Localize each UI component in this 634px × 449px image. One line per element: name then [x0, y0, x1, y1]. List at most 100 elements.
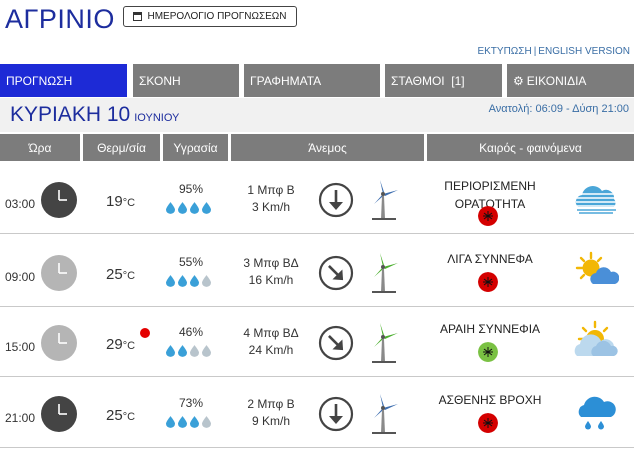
day-name: ΚΥΡΙΑΚΗ 10	[10, 103, 131, 126]
temperature: 19°C	[106, 193, 135, 210]
col-wind: Άνεμος	[231, 134, 424, 161]
top-links: ΕΚΤΥΠΩΣΗ | ENGLISH VERSION	[477, 46, 630, 57]
wind-info: 1 Μπφ Β 3 Km/h	[236, 182, 306, 216]
mosquito-red-icon[interactable]	[478, 206, 498, 226]
temperature-unit: °C	[122, 411, 136, 423]
temperature: 29°C	[106, 336, 135, 353]
month-name: ΙΟΥΝΙΟΥ	[134, 112, 180, 124]
print-link[interactable]: ΕΚΤΥΠΩΣΗ	[477, 46, 531, 57]
link-separator: |	[533, 46, 537, 57]
drop-icon	[190, 202, 199, 214]
temperature-value: 19	[106, 193, 123, 210]
table-row: 21:00 25°C 73% 2 Μπφ Β 9 Km/h ΑΣΘΕΝΗΣ ΒΡΟ…	[0, 377, 634, 448]
drop-icon	[190, 416, 199, 428]
weather-line-1: ΑΣΘΕΝΗΣ ΒΡΟΧΗ	[438, 393, 542, 407]
light-clock-icon	[41, 325, 77, 361]
humidity-value: 46%	[178, 325, 204, 339]
calendar-button-label: ΗΜΕΡΟΛΟΓΙΟ ΠΡΟΓΝΩΣΕΩΝ	[147, 11, 287, 22]
weather-line-1: ΑΡΑΙΗ ΣΥΝΝΕΦΙΑ	[439, 322, 541, 336]
weather-line-1: ΛΙΓΑ ΣΥΝΝΕΦΑ	[447, 252, 533, 266]
tab-bar: ΠΡΟΓΝΩΣΗ ΣΚΟΝΗ ΓΡΑΦΗΜΑΤΑ ΣΤΑΘΜΟΙ [1] ⚙ ΕΙ…	[0, 64, 634, 98]
forecast-time: 03:00	[5, 197, 36, 211]
wind-speed: 9 Km/h	[251, 414, 290, 428]
wind-turbine-icon	[372, 180, 398, 220]
wind-speed: 24 Km/h	[248, 343, 294, 357]
forecast-calendar-button[interactable]: ΗΜΕΡΟΛΟΓΙΟ ΠΡΟΓΝΩΣΕΩΝ	[123, 6, 297, 27]
drop-icon	[166, 416, 175, 428]
table-row: 03:00 19°C 95% 1 Μπφ Β 3 Km/h ΠΕΡΙΟΡΙΣΜΕΝ…	[0, 163, 634, 234]
heat-warning-dot	[140, 328, 150, 338]
drop-icon	[202, 416, 211, 428]
drop-icon	[202, 275, 211, 287]
weather-line-1: ΠΕΡΙΟΡΙΣΜΕΝΗ	[444, 179, 536, 193]
drop-icon	[202, 345, 211, 357]
humidity-drops	[166, 275, 211, 287]
day-bar: ΚΥΡΙΑΚΗ 10 ΙΟΥΝΙΟΥ Ανατολή: 06:09 - Δύση …	[0, 98, 634, 132]
wind-force: 3 Μπφ ΒΔ	[243, 256, 299, 270]
wind-info: 2 Μπφ Β 9 Km/h	[236, 396, 306, 430]
tab-icons-label: ΕΙΚΟΝΙΔΙΑ	[526, 73, 587, 88]
wind-force: 1 Μπφ Β	[247, 183, 295, 197]
humidity-value: 95%	[178, 182, 204, 196]
fog-icon	[575, 186, 617, 214]
wind-direction-arrow-icon	[318, 325, 354, 361]
forecast-time: 09:00	[5, 270, 36, 284]
tab-forecast-label: ΠΡΟΓΝΩΣΗ	[6, 73, 73, 88]
humidity-drops	[166, 202, 211, 214]
city-title: ΑΓΡΙΝΙΟ	[5, 4, 115, 34]
calendar-icon	[133, 12, 143, 21]
col-temperature: Θερμ/σία	[83, 134, 160, 161]
wind-speed: 16 Km/h	[248, 273, 294, 287]
tab-stations[interactable]: ΣΤΑΘΜΟΙ [1]	[385, 64, 502, 97]
drop-icon	[178, 416, 187, 428]
wind-direction-arrow-icon	[318, 396, 354, 432]
drop-icon	[202, 202, 211, 214]
wind-info: 4 Μπφ ΒΔ 24 Km/h	[236, 325, 306, 359]
temperature-value: 25	[106, 266, 123, 283]
mosquito-red-icon[interactable]	[478, 272, 498, 292]
dark-clock-icon	[41, 182, 77, 218]
tab-forecast[interactable]: ΠΡΟΓΝΩΣΗ	[0, 64, 127, 97]
col-weather: Καιρός - φαινόμενα	[427, 134, 634, 161]
drop-icon	[166, 345, 175, 357]
tab-dust-label: ΣΚΟΝΗ	[139, 73, 181, 88]
temperature: 25°C	[106, 407, 135, 424]
wind-speed: 3 Km/h	[251, 200, 290, 214]
temperature-unit: °C	[122, 197, 136, 209]
tab-stations-label: ΣΤΑΘΜΟΙ [1]	[391, 73, 465, 88]
drop-icon	[178, 275, 187, 287]
wind-turbine-icon	[372, 394, 398, 434]
col-humidity: Υγρασία	[163, 134, 228, 161]
drop-icon	[190, 345, 199, 357]
temperature-unit: °C	[122, 270, 136, 282]
sun-cloud-icon	[575, 251, 619, 284]
wind-direction-arrow-icon	[318, 182, 354, 218]
tab-icons[interactable]: ⚙ ΕΙΚΟΝΙΔΙΑ	[507, 64, 634, 97]
tab-charts[interactable]: ΓΡΑΦΗΜΑΤΑ	[244, 64, 380, 97]
drop-icon	[166, 202, 175, 214]
temperature-value: 29	[106, 336, 123, 353]
sun-behind-cloud-icon	[574, 320, 618, 356]
english-version-link[interactable]: ENGLISH VERSION	[538, 46, 630, 57]
mosquito-green-icon[interactable]	[478, 342, 498, 362]
wind-force: 2 Μπφ Β	[247, 397, 295, 411]
table-row: 15:00 29°C 46% 4 Μπφ ΒΔ 24 Km/h ΑΡΑΙΗ ΣΥΝ…	[0, 306, 634, 377]
rain-cloud-icon	[578, 396, 616, 430]
mosquito-red-icon[interactable]	[478, 413, 498, 433]
temperature: 25°C	[106, 266, 135, 283]
forecast-time: 15:00	[5, 340, 36, 354]
wind-force: 4 Μπφ ΒΔ	[243, 326, 299, 340]
tab-dust[interactable]: ΣΚΟΝΗ	[133, 64, 239, 97]
drop-icon	[178, 202, 187, 214]
sunrise-sunset: Ανατολή: 06:09 - Δύση 21:00	[488, 103, 629, 115]
humidity-drops	[166, 345, 211, 357]
temperature-value: 25	[106, 407, 123, 424]
temperature-unit: °C	[122, 340, 136, 352]
weather-description: ΛΙΓΑ ΣΥΝΝΕΦΑ	[430, 250, 550, 268]
drop-icon	[190, 275, 199, 287]
weather-description: ΑΡΑΙΗ ΣΥΝΝΕΦΙΑ	[430, 320, 550, 338]
weather-description: ΑΣΘΕΝΗΣ ΒΡΟΧΗ	[430, 391, 550, 409]
gear-icon: ⚙	[513, 73, 524, 88]
dark-clock-icon	[41, 396, 77, 432]
humidity-value: 73%	[178, 396, 204, 410]
